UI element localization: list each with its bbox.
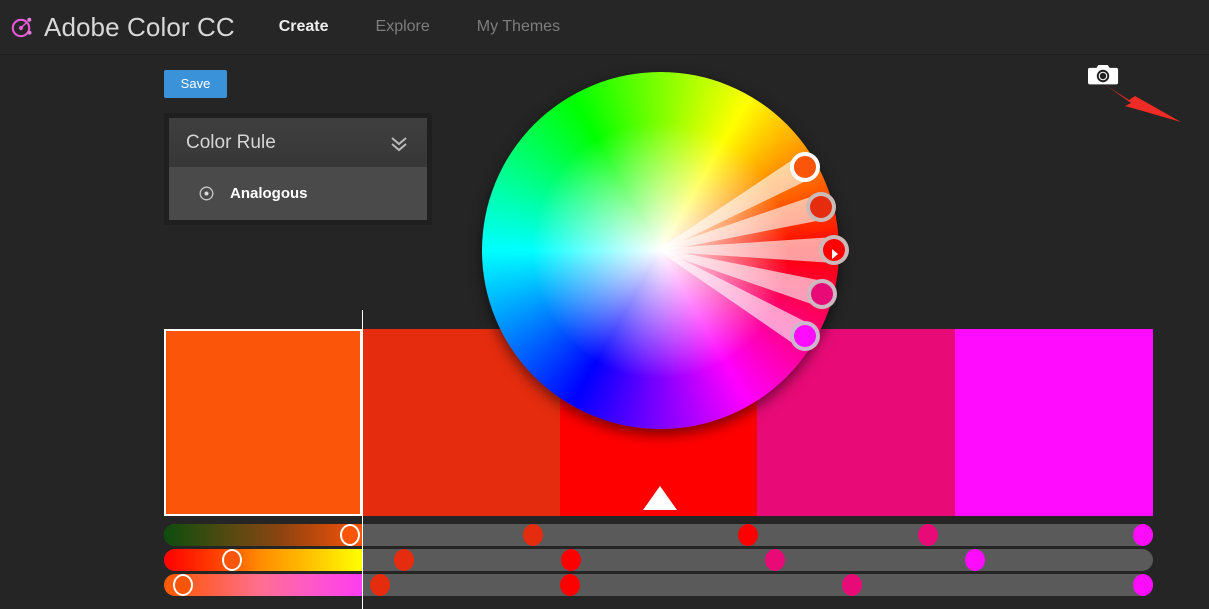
slider-3-handle-2[interactable] [370,574,390,596]
color-sliders-group [164,310,1153,609]
marker-4[interactable] [807,279,837,309]
color-wheel[interactable] [482,72,849,429]
marker-5[interactable] [790,321,820,351]
color-rule-title: Color Rule [186,131,276,153]
slider-3-handle-3[interactable] [560,574,580,596]
brand-logo-group[interactable]: Adobe Color CC [8,12,235,43]
color-rule-header[interactable]: Color Rule [169,118,427,167]
slider-row-3-gradient[interactable] [164,574,362,596]
chevron-double-down-icon[interactable] [388,132,410,154]
marker-2[interactable] [806,192,836,222]
color-rule-panel: Color Rule Analogous [164,113,432,225]
slider-2-handle-2[interactable] [394,549,414,571]
slider-1-handle-4[interactable] [918,524,938,546]
slider-row-1 [164,524,1153,546]
slider-1-handle-3[interactable] [738,524,758,546]
nav-item-explore[interactable]: Explore [376,18,430,36]
slider-3-handle-1[interactable] [173,574,193,596]
nav-item-create[interactable]: Create [279,18,329,36]
adobe-color-logo-icon [8,12,38,42]
slider-row-3 [164,574,1153,596]
slider-3-handle-4[interactable] [842,574,862,596]
marker-1[interactable] [790,152,820,182]
slider-1-handle-2[interactable] [523,524,543,546]
slider-2-handle-3[interactable] [561,549,581,571]
color-rule-option-label: Analogous [230,185,308,202]
marker-3-notch-icon [832,249,838,259]
camera-icon[interactable] [1087,63,1119,87]
color-rule-option-analogous[interactable]: Analogous [169,167,427,220]
slider-row-2 [164,549,1153,571]
swatch-5[interactable] [955,329,1153,516]
slider-2-handle-1[interactable] [222,549,242,571]
save-button[interactable]: Save [164,70,227,98]
slider-2-handle-4[interactable] [765,549,785,571]
nav-links: Create Explore My Themes [279,18,607,36]
color-rule-options-list: Analogous [169,167,427,220]
red-arrow-annotation [1107,86,1181,122]
brand-name: Adobe Color CC [44,11,235,42]
top-navigation-bar: Adobe Color CC Create Explore My Themes [0,0,1209,55]
slider-row-1-gradient[interactable] [164,524,362,546]
nav-item-my-themes[interactable]: My Themes [477,18,560,36]
swatch-1[interactable] [164,329,362,516]
slider-2-handle-5[interactable] [965,549,985,571]
slider-1-handle-5[interactable] [1133,524,1153,546]
slider-1-handle-1[interactable] [340,524,360,546]
marker-3[interactable] [819,235,849,265]
slider-3-handle-5[interactable] [1133,574,1153,596]
radio-selected-icon [199,186,214,201]
color-wheel-disc[interactable] [482,72,839,429]
slider-row-2-gradient[interactable] [164,549,362,571]
